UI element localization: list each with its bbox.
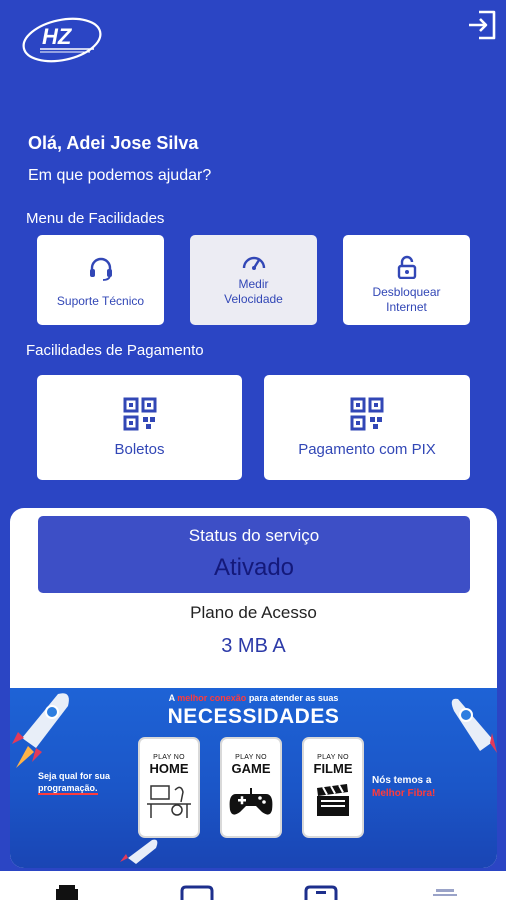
play-home-big: HOME — [149, 761, 189, 776]
unlock-internet-card[interactable]: Desbloquear Internet — [343, 235, 470, 325]
qr-code-icon — [350, 397, 384, 431]
banner-right-line1: Nós temos a — [372, 775, 432, 786]
unlock-internet-label: Desbloquear Internet — [372, 285, 441, 314]
bottom-nav — [0, 871, 506, 900]
rocket-icon — [120, 839, 158, 864]
support-card[interactable]: Suporte Técnico — [37, 235, 164, 325]
greeting-subtitle: Em que podemos ajudar? — [28, 167, 212, 184]
banner-right-text: Nós temos a Melhor Fibra! — [372, 774, 435, 800]
pix-payment-label: Pagamento com PIX — [298, 440, 436, 458]
play-home-card: PLAY NO HOME — [138, 737, 200, 838]
banner-tagline-a: A — [168, 693, 178, 703]
facilities-title: Menu de Facilidades — [26, 210, 165, 227]
invoice-icon — [180, 885, 214, 900]
pix-payment-card[interactable]: Pagamento com PIX — [264, 375, 470, 480]
speed-test-card[interactable]: Medir Velocidade — [190, 235, 317, 325]
speedometer-icon — [241, 253, 267, 271]
play-film-big: FILME — [313, 761, 353, 776]
banner-left-line2: programação. — [38, 783, 98, 795]
banner-tagline: A melhor conexão para atender as suas — [10, 693, 497, 703]
gamepad-icon — [222, 782, 280, 818]
nav-invoices[interactable] — [180, 885, 214, 900]
banner-tagline-b: para atender as suas — [246, 693, 339, 703]
banner-left-line1: Seja qual for sua — [38, 771, 111, 781]
status-box: Status do serviço Ativado — [38, 516, 470, 593]
headset-icon — [87, 256, 115, 282]
banner-right-line2: Melhor Fibra! — [372, 788, 436, 799]
play-game-card: PLAY NO GAME — [220, 737, 282, 838]
status-title: Status do serviço — [188, 526, 320, 545]
play-game-small: PLAY NO — [235, 754, 267, 761]
speed-test-label: Medir Velocidade — [224, 277, 283, 306]
banner-tagline-highlight: melhor conexão — [177, 693, 247, 703]
promo-banner[interactable]: A melhor conexão para atender as suas NE… — [10, 688, 497, 868]
logout-button[interactable] — [463, 6, 501, 44]
nav-profile[interactable] — [428, 885, 462, 900]
play-film-card: PLAY NO FILME — [302, 737, 364, 838]
play-game-big: GAME — [231, 761, 271, 776]
play-film-small: PLAY NO — [317, 754, 349, 761]
plan-title: Plano de Acesso — [190, 603, 317, 622]
unlock-icon — [396, 255, 418, 279]
nav-home[interactable] — [50, 885, 84, 900]
banner-left-text: Seja qual for sua programação. — [38, 770, 111, 795]
service-panel: Status do serviço Ativado Plano de Acess… — [10, 508, 497, 868]
banner-headline: NECESSIDADES — [167, 705, 340, 728]
hz-logo: HZ — [20, 14, 106, 66]
logout-icon — [469, 10, 496, 40]
play-home-small: PLAY NO — [153, 754, 185, 761]
profile-icon — [433, 889, 457, 896]
home-icon — [56, 885, 78, 900]
nav-wallet[interactable] — [304, 885, 338, 900]
greeting-title: Olá, Adei Jose Silva — [28, 133, 199, 153]
boletos-label: Boletos — [114, 440, 165, 458]
payments-title: Facilidades de Pagamento — [26, 342, 204, 359]
plan-value: 3 MB A — [221, 635, 286, 657]
status-value: Ativado — [213, 554, 295, 581]
qr-code-icon — [123, 397, 157, 431]
support-label: Suporte Técnico — [56, 293, 145, 308]
wallet-icon — [304, 885, 338, 900]
desk-icon — [140, 782, 198, 820]
logo-text: HZ — [42, 24, 73, 49]
boletos-card[interactable]: Boletos — [37, 375, 242, 480]
clapperboard-icon — [304, 782, 362, 818]
